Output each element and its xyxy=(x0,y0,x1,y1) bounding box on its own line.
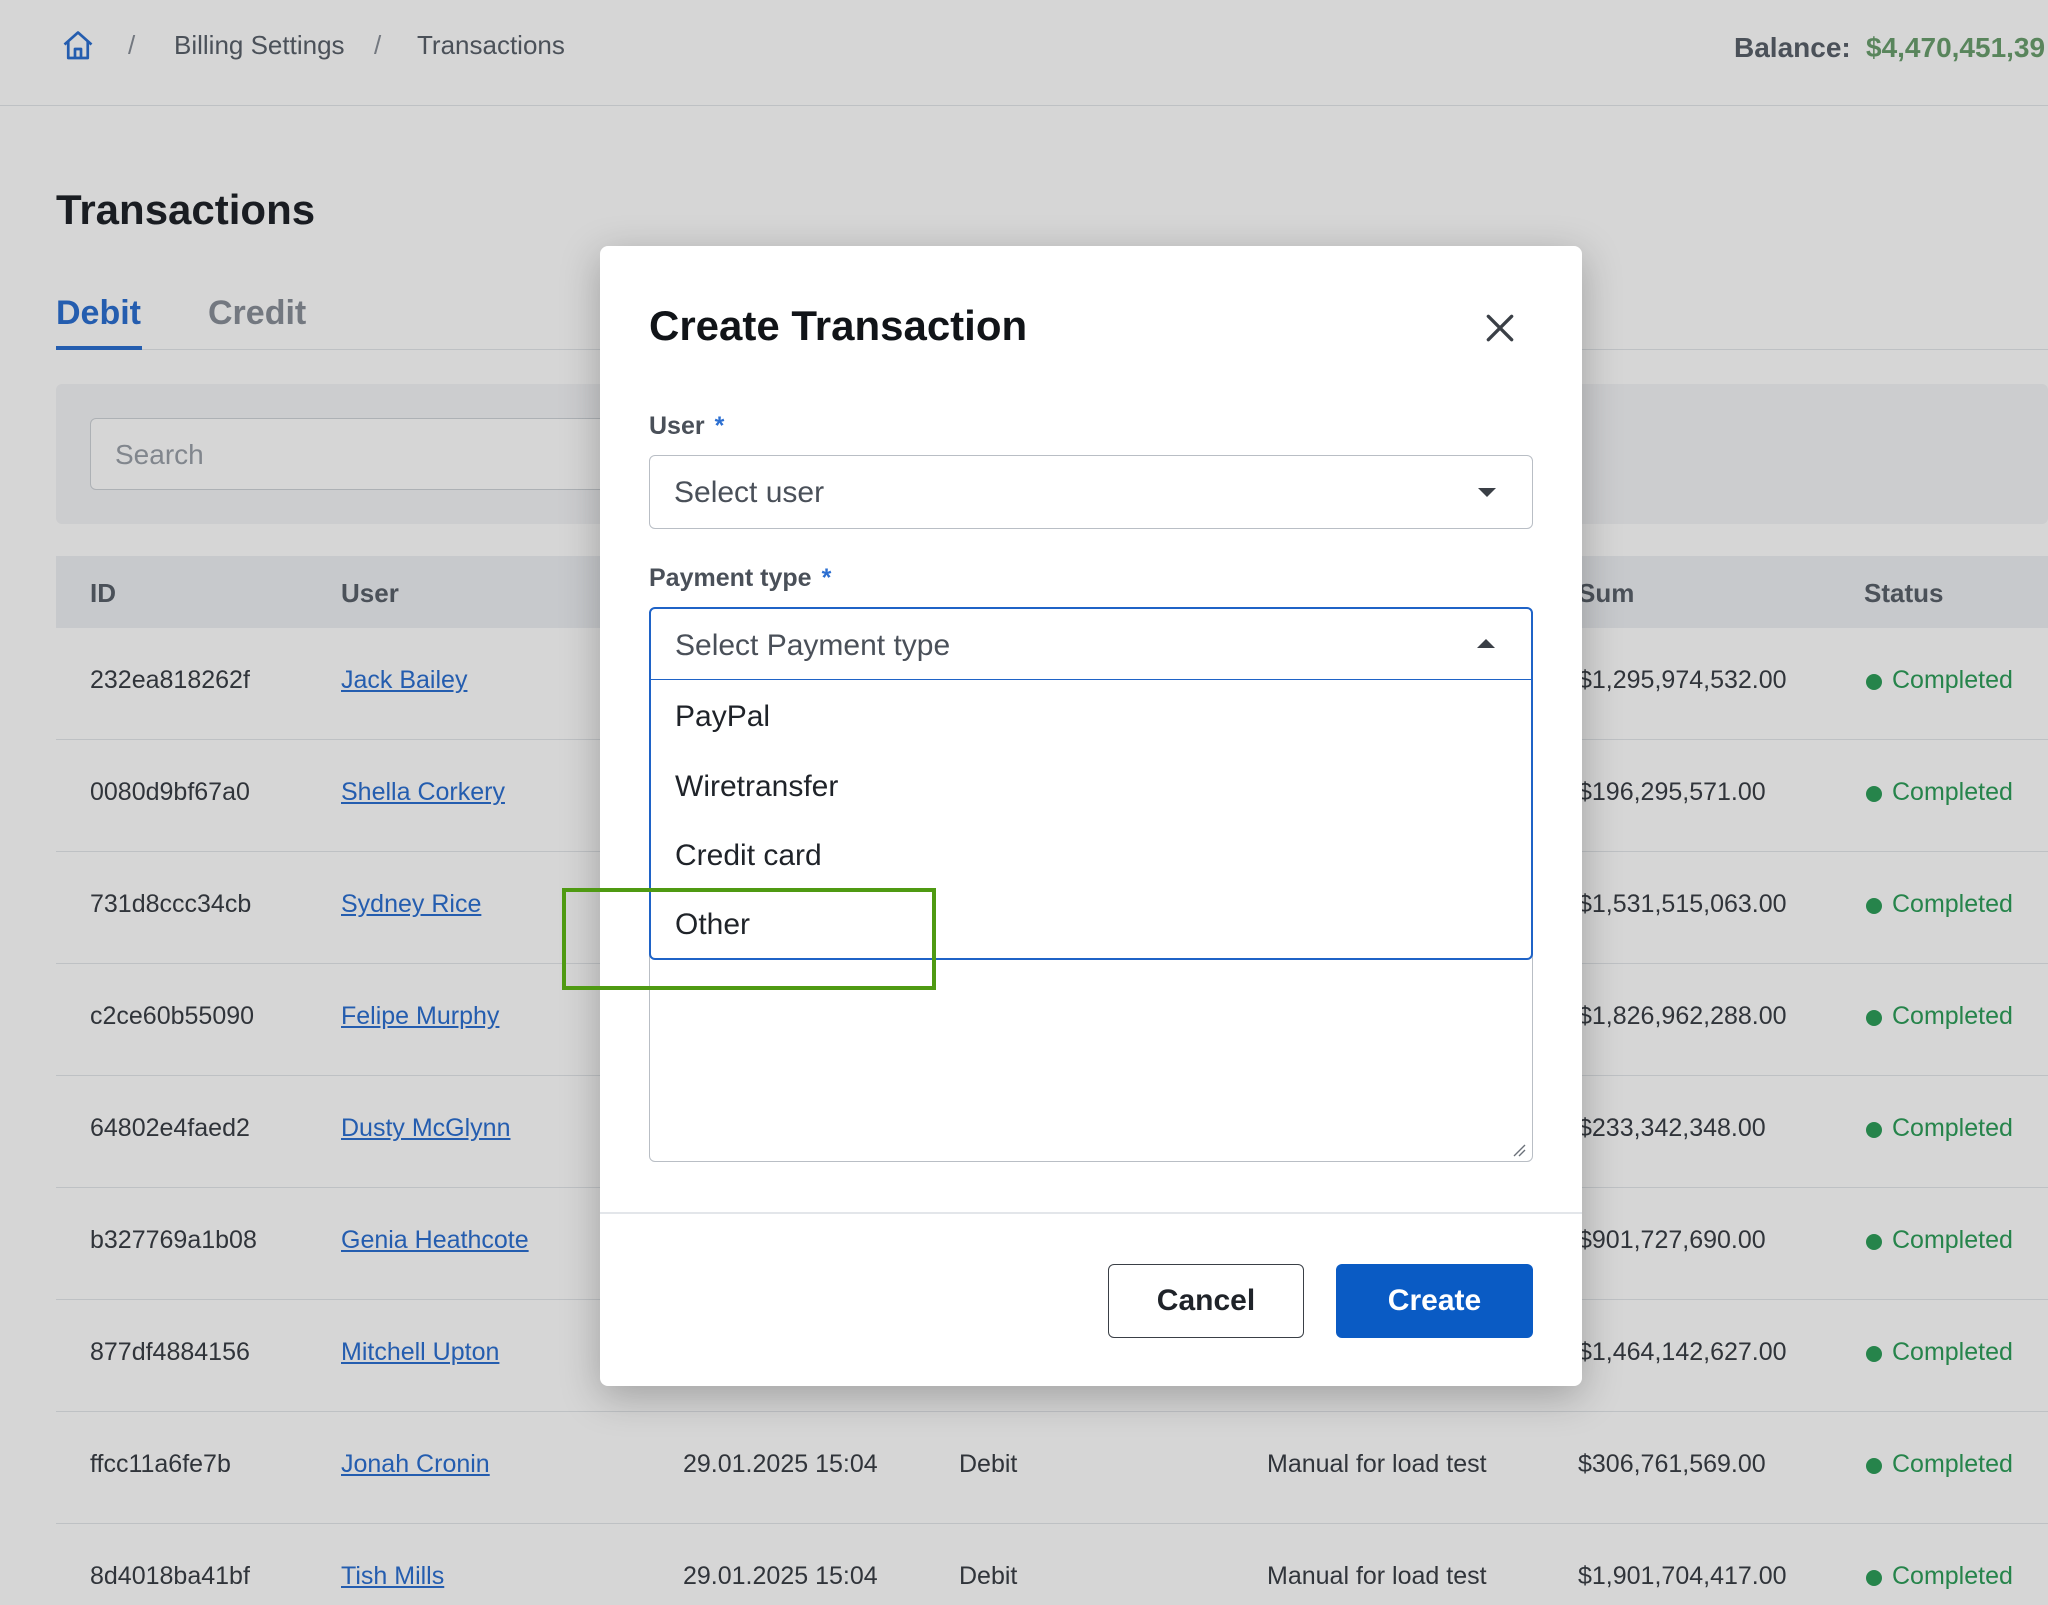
close-icon[interactable] xyxy=(1480,308,1520,348)
option-paypal[interactable]: PayPal xyxy=(675,700,770,734)
payment-type-dropdown: PayPal Wiretransfer Credit card Other xyxy=(649,680,1533,960)
create-transaction-dialog: Create Transaction User * Select user Pay… xyxy=(600,246,1582,1386)
required-mark: * xyxy=(821,564,832,592)
user-field-label: User * xyxy=(649,412,724,441)
resize-handle-icon[interactable] xyxy=(1510,1141,1526,1157)
dialog-title: Create Transaction xyxy=(649,302,1028,349)
option-credit-card[interactable]: Credit card xyxy=(675,839,822,873)
payment-type-select-placeholder: Select Payment type xyxy=(675,629,951,662)
payment-type-field-label: Payment type * xyxy=(649,564,831,593)
chevron-down-icon xyxy=(1478,488,1496,497)
comment-textarea[interactable] xyxy=(649,946,1533,1162)
payment-type-select[interactable]: Select Payment type xyxy=(649,607,1533,681)
required-mark: * xyxy=(714,412,725,440)
cancel-button[interactable]: Cancel xyxy=(1108,1264,1304,1338)
payment-type-label-text: Payment type xyxy=(649,564,812,592)
user-select[interactable]: Select user xyxy=(649,455,1533,529)
dialog-footer-divider xyxy=(600,1212,1582,1214)
option-other[interactable]: Other xyxy=(675,908,750,942)
user-label-text: User xyxy=(649,412,705,440)
option-wiretransfer[interactable]: Wiretransfer xyxy=(675,770,838,804)
create-button[interactable]: Create xyxy=(1336,1264,1533,1338)
chevron-up-icon xyxy=(1477,639,1495,648)
user-select-placeholder: Select user xyxy=(674,476,825,509)
